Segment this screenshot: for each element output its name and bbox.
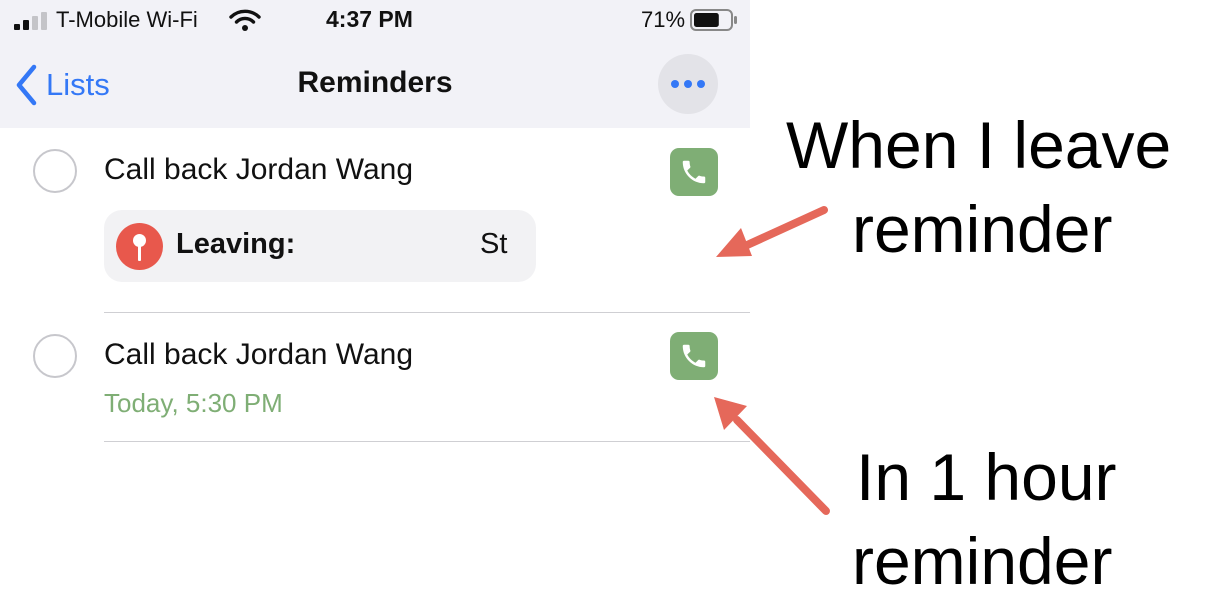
cellular-signal-icon [14, 12, 47, 30]
phone-glyph-icon [682, 160, 706, 184]
complete-checkbox[interactable] [33, 149, 77, 193]
status-bar: T-Mobile Wi-Fi 4:37 PM 71% [0, 0, 750, 42]
annotation-top-line2: reminder [852, 192, 1113, 266]
annotation-top-line1: When I leave [786, 108, 1172, 182]
phone-icon[interactable] [670, 148, 718, 196]
phone-icon[interactable] [670, 332, 718, 380]
page-title: Reminders [297, 66, 453, 99]
phone-glyph-icon [682, 344, 706, 368]
annotation-bottom-line2: reminder [852, 524, 1113, 598]
annotation-bottom-line1: In 1 hour [856, 440, 1117, 514]
row-divider [104, 312, 750, 313]
clock-time: 4:37 PM [326, 6, 413, 32]
back-button[interactable]: Lists [14, 60, 110, 110]
complete-checkbox[interactable] [33, 334, 77, 378]
battery-percent: 71% [641, 7, 686, 32]
chevron-left-icon [16, 64, 37, 106]
ellipsis-icon [671, 80, 705, 88]
reminder-title[interactable]: Call back Jordan Wang [104, 153, 413, 187]
wifi-icon [229, 9, 261, 31]
more-options-button[interactable] [658, 54, 718, 114]
location-trigger-pill[interactable]: Leaving: St [104, 210, 536, 282]
location-trigger-value: St [480, 228, 508, 260]
location-trigger-label: Leaving: [176, 228, 296, 260]
battery-icon [690, 9, 737, 31]
row-divider [104, 441, 750, 442]
reminder-title[interactable]: Call back Jordan Wang [104, 338, 413, 372]
location-pin-icon [116, 223, 163, 270]
back-button-label: Lists [46, 67, 110, 102]
reminders-app-screen: T-Mobile Wi-Fi 4:37 PM 71% Lists Reminde… [0, 0, 750, 611]
reminder-due-time: Today, 5:30 PM [104, 388, 283, 418]
carrier-name: T-Mobile Wi-Fi [56, 7, 198, 32]
